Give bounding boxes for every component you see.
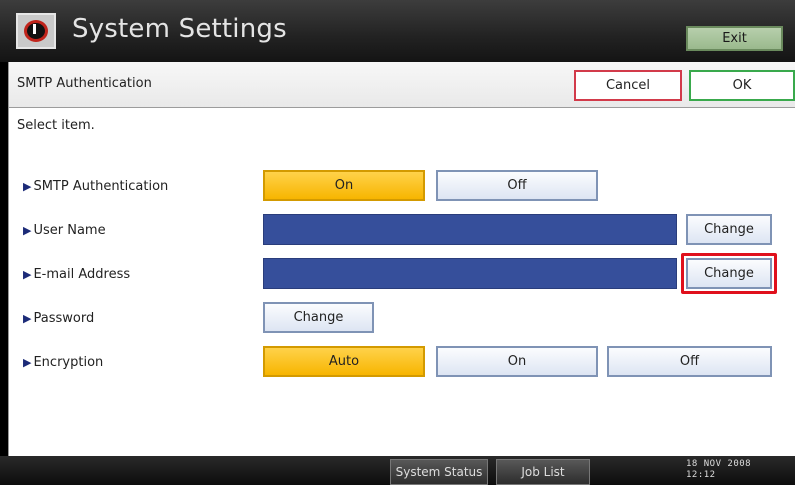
date-text: 18 NOV 2008 (686, 459, 752, 469)
password-change-button[interactable]: Change (263, 302, 374, 333)
email-address-field (263, 258, 677, 289)
row-label-email-address: ▶ E-mail Address (23, 267, 131, 282)
row-label-smtp-authentication: ▶ SMTP Authentication (23, 179, 169, 194)
row-label-password: ▶ Password (23, 311, 95, 326)
arrow-icon: ▶ (23, 180, 32, 193)
system-status-button[interactable]: System Status (390, 459, 488, 485)
exit-button[interactable]: Exit (686, 26, 783, 51)
job-list-button[interactable]: Job List (496, 459, 590, 485)
cancel-button[interactable]: Cancel (574, 70, 682, 101)
time-text: 12:12 (686, 470, 716, 480)
arrow-icon: ▶ (23, 268, 32, 281)
app-title: System Settings (72, 14, 287, 44)
row-label-user-name: ▶ User Name (23, 223, 106, 238)
title-bar: System Settings Exit (0, 0, 795, 62)
user-name-field (263, 214, 677, 245)
arrow-icon: ▶ (23, 312, 32, 325)
screen-header: SMTP Authentication Cancel OK (9, 62, 795, 108)
email-change-button[interactable]: Change (686, 258, 772, 289)
arrow-icon: ▶ (23, 356, 32, 369)
smtp-auth-off-button[interactable]: Off (436, 170, 598, 201)
encryption-on-button[interactable]: On (436, 346, 598, 377)
clock-settings-icon (16, 13, 56, 49)
ok-button[interactable]: OK (689, 70, 795, 101)
row-label-encryption: ▶ Encryption (23, 355, 104, 370)
settings-panel: SMTP Authentication Cancel OK Select ite… (8, 62, 795, 456)
date-time-display: 18 NOV 2008 12:12 (686, 459, 751, 481)
screen-title: SMTP Authentication (17, 76, 152, 91)
status-bar: System Status Job List 18 NOV 2008 12:12 (0, 456, 795, 485)
arrow-icon: ▶ (23, 224, 32, 237)
user-name-change-button[interactable]: Change (686, 214, 772, 245)
instruction-text: Select item. (17, 118, 95, 133)
encryption-auto-button[interactable]: Auto (263, 346, 425, 377)
smtp-auth-on-button[interactable]: On (263, 170, 425, 201)
encryption-off-button[interactable]: Off (607, 346, 772, 377)
